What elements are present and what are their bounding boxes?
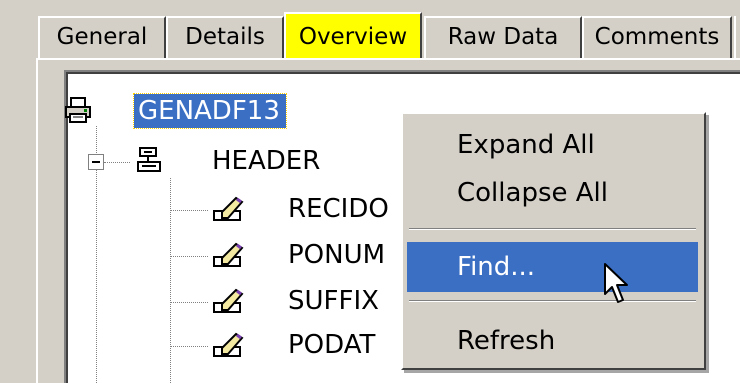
tab-overview[interactable]: Overview bbox=[284, 12, 422, 60]
menu-item-expand-all[interactable]: Expand All bbox=[407, 120, 698, 170]
printer-icon bbox=[64, 96, 94, 130]
tree-connector bbox=[170, 256, 208, 257]
tree-connector bbox=[170, 178, 171, 383]
context-menu: Expand All Collapse All Find... Refresh bbox=[401, 112, 706, 370]
tab-scroll-button[interactable] bbox=[734, 16, 740, 58]
tree-node-header[interactable]: HEADER bbox=[212, 144, 320, 178]
tree-connector bbox=[170, 302, 208, 303]
tree-connector bbox=[104, 162, 130, 163]
menu-item-find[interactable]: Find... bbox=[407, 242, 698, 292]
field-edit-icon bbox=[212, 240, 246, 274]
menu-item-collapse-all[interactable]: Collapse All bbox=[407, 168, 698, 218]
menu-separator bbox=[409, 300, 696, 302]
field-edit-icon bbox=[212, 286, 246, 320]
tree-node-field[interactable]: PONUM bbox=[288, 238, 385, 272]
tree-connector bbox=[170, 210, 208, 211]
collapse-toggle[interactable] bbox=[88, 154, 104, 170]
tree-node-field[interactable]: RECIDO bbox=[288, 192, 389, 226]
tab-details[interactable]: Details bbox=[166, 16, 284, 58]
tab-comments[interactable]: Comments bbox=[582, 16, 732, 58]
menu-item-refresh[interactable]: Refresh bbox=[407, 316, 698, 366]
tree-node-field[interactable]: SUFFIX bbox=[288, 284, 379, 318]
menu-separator bbox=[409, 228, 696, 230]
tree-root-node[interactable]: GENADF13 bbox=[133, 93, 287, 129]
tab-raw-data[interactable]: Raw Data bbox=[424, 16, 582, 58]
field-edit-icon bbox=[212, 194, 246, 228]
tab-general[interactable]: General bbox=[38, 16, 166, 58]
mouse-pointer-icon bbox=[603, 262, 633, 310]
tree-node-field[interactable]: PODAT bbox=[288, 328, 375, 362]
tree-connector bbox=[170, 346, 208, 347]
record-group-icon bbox=[136, 146, 168, 178]
tab-strip: General Details Overview Raw Data Commen… bbox=[0, 0, 740, 60]
field-edit-icon bbox=[212, 330, 246, 364]
